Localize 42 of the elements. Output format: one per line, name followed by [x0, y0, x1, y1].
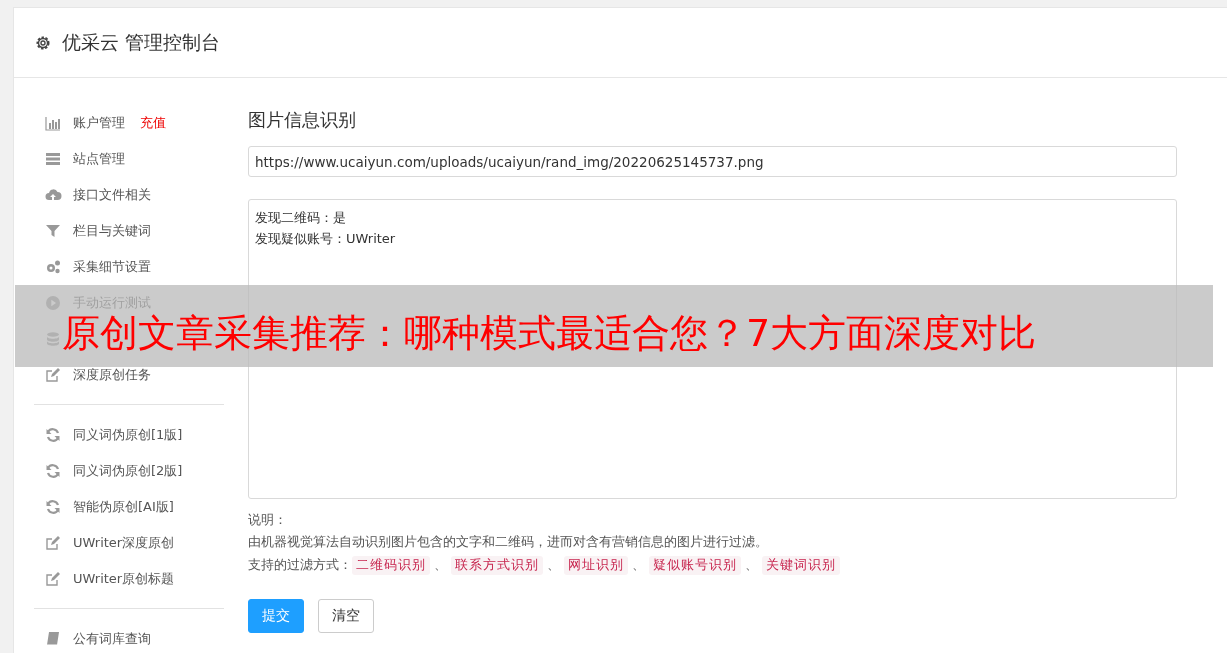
sidebar-item[interactable]: 深度原创任务: [73, 366, 151, 384]
sidebar-item[interactable]: 智能伪原创[AI版]: [73, 498, 174, 516]
filter-icon: [44, 223, 62, 239]
note-label: 说明：: [248, 512, 288, 529]
result-line: 发现二维码：是: [255, 209, 346, 227]
refresh-icon: [44, 499, 62, 515]
result-line: 发现疑似账号：UWriter: [255, 230, 396, 248]
separator-text: 、: [632, 557, 645, 574]
separator-text: 、: [434, 557, 447, 574]
sidebar-item[interactable]: 接口文件相关: [73, 186, 151, 204]
settings-icon: [34, 33, 52, 52]
refresh-icon: [44, 427, 62, 443]
recharge-link[interactable]: 充值: [140, 114, 166, 132]
sidebar-item[interactable]: 站点管理: [73, 150, 125, 168]
filter-tag: 关键词识别: [762, 556, 840, 575]
bar-chart-icon: [44, 115, 62, 131]
sidebar-item[interactable]: 栏目与关键词: [73, 222, 151, 240]
filter-tag: 疑似账号识别: [649, 556, 741, 575]
separator-text: 、: [745, 557, 758, 574]
cloud-upload-icon: [44, 187, 62, 203]
sidebar-item[interactable]: 采集细节设置: [73, 258, 151, 276]
refresh-icon: [44, 463, 62, 479]
edit-icon: [44, 571, 62, 587]
sidebar-item[interactable]: 账户管理: [73, 114, 125, 132]
separator-text: 、: [547, 557, 560, 574]
console-title: 优采云 管理控制台: [62, 29, 221, 55]
sidebar-item[interactable]: UWriter原创标题: [73, 570, 175, 588]
url-field[interactable]: https://www.ucaiyun.com/uploads/ucaiyun/rand_img/20220625145737.png: [248, 146, 1177, 177]
filter-label: 支持的过滤方式：: [248, 557, 352, 574]
sidebar-item[interactable]: 同义词伪原创[1版]: [73, 426, 183, 444]
description-text: 由机器视觉算法自动识别图片包含的文字和二维码，进而对含有营销信息的图片进行过滤。: [248, 534, 769, 551]
clear-button[interactable]: 清空: [318, 599, 374, 633]
server-icon: [44, 151, 62, 167]
sidebar-item[interactable]: UWriter深度原创: [73, 534, 175, 552]
edit-icon: [44, 367, 62, 383]
filter-tag: 联系方式识别: [451, 556, 543, 575]
section-title: 图片信息识别: [248, 108, 357, 132]
edit-icon: [44, 535, 62, 551]
filter-tag: 网址识别: [564, 556, 628, 575]
sidebar-item[interactable]: 同义词伪原创[2版]: [73, 462, 183, 480]
sidebar-item[interactable]: 公有词库查询: [73, 630, 151, 648]
filter-tag: 二维码识别: [352, 556, 430, 575]
